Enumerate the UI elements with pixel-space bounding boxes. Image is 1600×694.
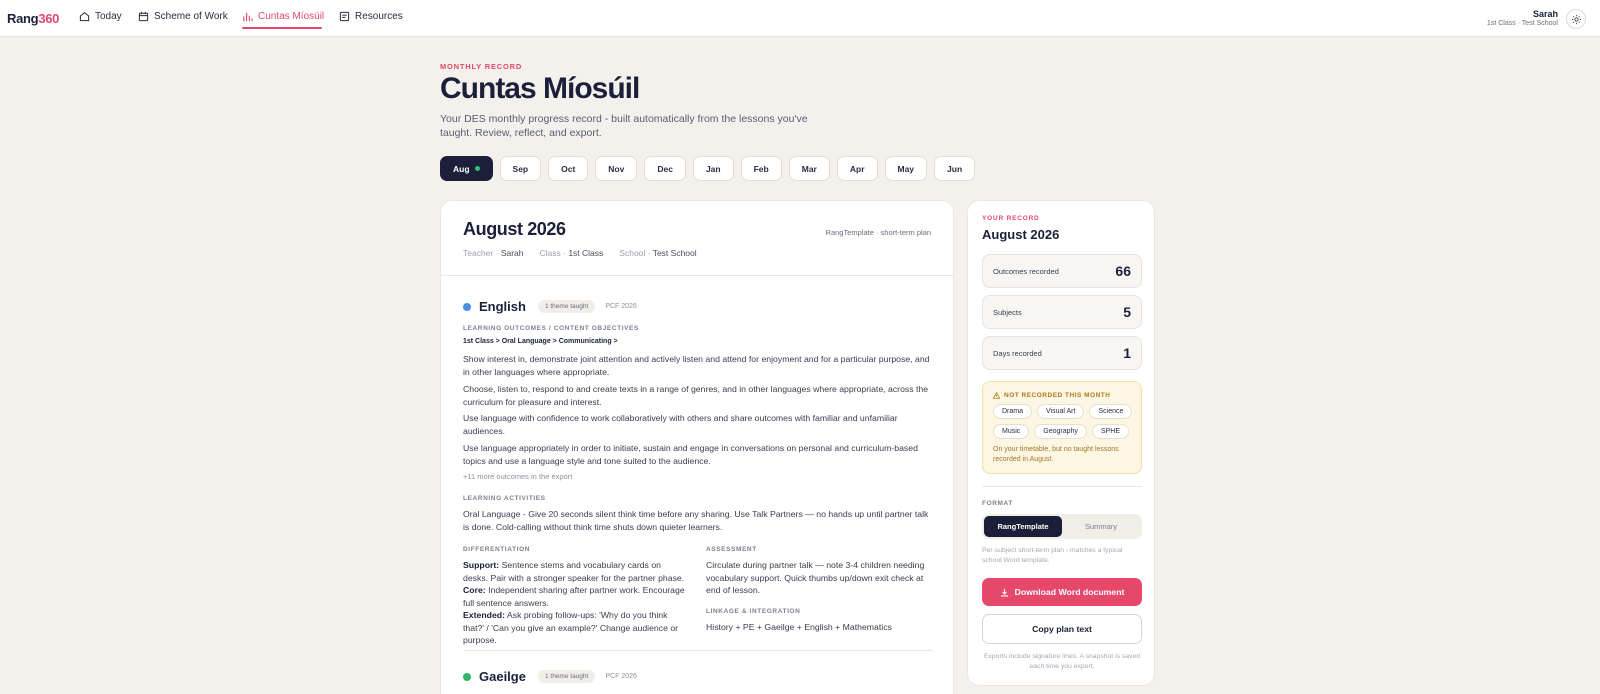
outcome-item: Show interest in, demonstrate joint atte…	[463, 354, 930, 377]
month-tab-jan[interactable]: Jan	[692, 156, 734, 181]
download-word-button[interactable]: Download Word document	[982, 578, 1142, 606]
page-eyebrow: MONTHLY RECORD	[440, 62, 523, 71]
calendar-icon	[138, 11, 149, 22]
activities-label: LEARNING ACTIVITIES	[463, 495, 546, 502]
active-nav-indicator	[242, 27, 322, 29]
linkage-label: LINKAGE & INTEGRATION	[706, 608, 801, 615]
gear-icon	[1571, 14, 1581, 24]
divider	[463, 650, 933, 651]
outcome-item: Use language appropriately in order to i…	[463, 443, 918, 466]
month-tab-jun[interactable]: Jun	[934, 156, 976, 181]
not-recorded-warning: NOT RECORDED THIS MONTH Drama Visual Art…	[982, 381, 1142, 474]
user-name[interactable]: Sarah	[1533, 9, 1558, 19]
template-label: RangTemplate · short-term plan	[825, 228, 931, 237]
subject-chip[interactable]: Music	[993, 424, 1030, 439]
assessment-text: Circulate during partner talk — note 3-4…	[706, 560, 925, 595]
copy-plan-button[interactable]: Copy plan text	[982, 614, 1142, 644]
subject-name: Gaeilge	[479, 669, 526, 684]
subject-color-dot	[463, 302, 471, 311]
month-tab-aug[interactable]: Aug	[440, 156, 493, 181]
subject-chip[interactable]: SPHE	[1091, 424, 1129, 439]
nav-item-today[interactable]: Today	[79, 11, 122, 22]
themes-badge: 1 theme taught	[537, 670, 596, 683]
logo[interactable]: Rang360	[7, 11, 59, 26]
differentiation-label: DIFFERENTIATION	[463, 546, 531, 553]
month-tab-sep[interactable]: Sep	[499, 156, 542, 181]
month-tab-may[interactable]: May	[884, 156, 928, 181]
page-subtitle: Your DES monthly progress record - built…	[440, 113, 808, 139]
teacher-value: Sarah	[500, 248, 524, 258]
subject-header-gaeilge: Gaeilge 1 theme taught PCF 2026	[463, 669, 637, 684]
activities-text: Oral Language - Give 20 seconds silent t…	[463, 509, 929, 532]
class-value: 1st Class	[568, 248, 604, 258]
missing-subjects: Drama Visual Art Science Music Geography…	[993, 404, 1138, 439]
divider	[441, 275, 953, 276]
month-tab-apr[interactable]: Apr	[836, 156, 878, 181]
subject-chip[interactable]: Geography	[1034, 424, 1087, 439]
bar-chart-icon	[243, 12, 253, 22]
more-outcomes-note: +11 more outcomes in the export	[463, 472, 573, 481]
top-nav: Rang360 Today Scheme of Work Cuntas Míos…	[0, 0, 1600, 37]
nav-item-resources[interactable]: Resources	[339, 11, 403, 22]
home-icon	[79, 11, 90, 22]
month-tab-feb[interactable]: Feb	[740, 156, 782, 181]
outcomes-label: LEARNING OUTCOMES / CONTENT OBJECTIVES	[463, 325, 639, 332]
subject-chip[interactable]: Visual Art	[1037, 404, 1085, 419]
stat-days: Days recorded 1	[982, 336, 1142, 370]
month-tabs: Aug Sep Oct Nov Dec Jan Feb Mar Apr May …	[440, 156, 976, 181]
nav-item-scheme-of-work[interactable]: Scheme of Work	[138, 11, 228, 22]
panel-title: August 2026	[982, 227, 1060, 242]
record-summary-panel: YOUR RECORD August 2026 Outcomes recorde…	[967, 200, 1155, 686]
recorded-dot	[474, 166, 480, 171]
pcf-label: PCF 2026	[605, 303, 637, 310]
record-meta: Teacher · Sarah Class · 1st Class School…	[463, 248, 697, 258]
nav-item-cuntas-miosuil[interactable]: Cuntas Míosúil	[242, 11, 324, 22]
record-title: August 2026	[463, 219, 566, 239]
month-tab-oct[interactable]: Oct	[548, 156, 589, 181]
format-option-summary[interactable]: Summary	[1062, 516, 1140, 537]
warning-note: On your timetable, but no taught lessons…	[993, 446, 1119, 463]
curriculum-path: 1st Class > Oral Language > Communicatin…	[463, 338, 618, 345]
divider	[982, 486, 1142, 487]
stat-subjects: Subjects 5	[982, 295, 1142, 329]
linkage-text: History + PE + Gaeilge + English + Mathe…	[706, 622, 892, 632]
subject-name: English	[479, 299, 526, 314]
month-tab-mar[interactable]: Mar	[788, 156, 830, 181]
format-option-rangtemplate[interactable]: RangTemplate	[984, 516, 1062, 537]
document-icon	[339, 11, 350, 22]
format-label: FORMAT	[982, 500, 1013, 507]
subject-color-dot	[463, 672, 471, 681]
format-toggle: RangTemplate Summary	[982, 514, 1142, 539]
subject-header-english: English 1 theme taught PCF 2026	[463, 299, 637, 314]
download-icon	[1000, 588, 1008, 596]
panel-eyebrow: YOUR RECORD	[982, 215, 1040, 222]
record-card: August 2026 RangTemplate · short-term pl…	[440, 200, 954, 694]
month-tab-dec[interactable]: Dec	[644, 156, 686, 181]
page-title: Cuntas Míosúil	[440, 72, 640, 105]
settings-button[interactable]	[1566, 9, 1586, 29]
outcome-item: Choose, listen to, respond to and create…	[463, 384, 929, 407]
format-note: Per-subject short-term plan - matches a …	[982, 547, 1123, 564]
user-class-school: 1st Class · Test School	[1486, 20, 1558, 27]
subject-chip[interactable]: Science	[1089, 404, 1133, 419]
month-tab-nov[interactable]: Nov	[595, 156, 638, 181]
school-value: Test School	[652, 248, 697, 258]
assessment-label: ASSESSMENT	[706, 546, 757, 553]
subject-chip[interactable]: Drama	[993, 404, 1033, 419]
pcf-label: PCF 2026	[605, 673, 637, 680]
outcome-item: Use language with confidence to work col…	[463, 413, 898, 436]
stat-outcomes: Outcomes recorded 66	[982, 254, 1142, 288]
differentiation-text: Support: Sentence stems and vocabulary c…	[463, 560, 685, 645]
export-note: Exports include signature lines. A snaps…	[983, 653, 1141, 670]
warning-icon	[993, 392, 1000, 399]
themes-badge: 1 theme taught	[537, 300, 596, 313]
